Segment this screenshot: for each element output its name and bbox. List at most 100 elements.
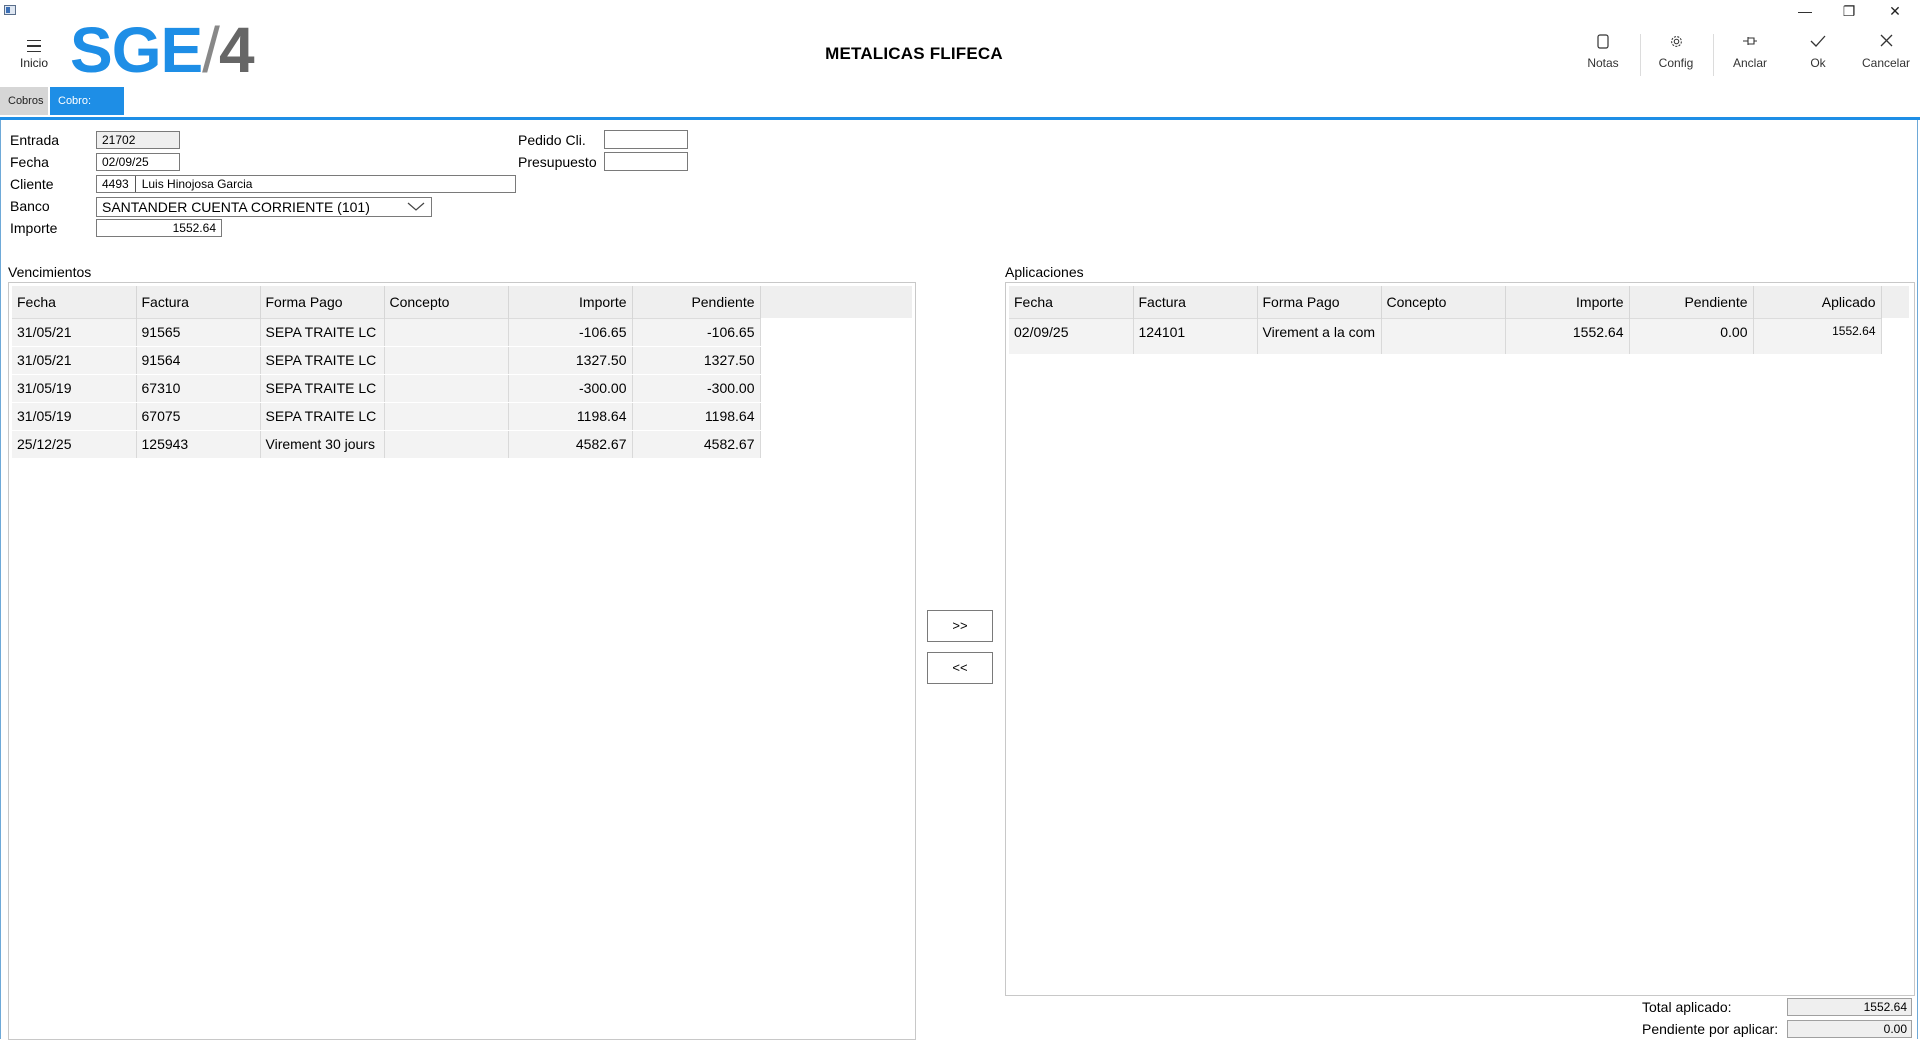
cliente-field[interactable]: 4493 Luis Hinojosa Garcia (96, 175, 516, 193)
entrada-label: Entrada (10, 132, 60, 148)
cell-importe: 1198.64 (508, 401, 633, 431)
cell-fecha: 31/05/19 (12, 401, 137, 431)
cell-forma-pago: SEPA TRAITE LC (260, 317, 385, 347)
col-pendiente[interactable]: Pendiente (632, 286, 761, 318)
cancelar-button[interactable]: Cancelar (1856, 34, 1916, 70)
cell-forma-pago: SEPA TRAITE LC (260, 345, 385, 375)
ok-button[interactable]: Ok (1788, 34, 1848, 70)
aplicaciones-panel (1005, 282, 1915, 996)
remove-aplicacion-button[interactable]: << (927, 652, 993, 684)
cancelar-label: Cancelar (1861, 56, 1911, 70)
banco-label: Banco (10, 198, 50, 214)
table-row[interactable]: 31/05/19 67310 SEPA TRAITE LC -300.00 -3… (12, 373, 761, 403)
banco-value: SANTANDER CUENTA CORRIENTE (101) (102, 199, 370, 215)
cell-forma-pago: Virement 30 jours (260, 429, 385, 459)
cell-pendiente: 4582.67 (632, 429, 761, 459)
cell-factura: 124101 (1133, 317, 1258, 355)
aplicaciones-title: Aplicaciones (1005, 264, 1084, 280)
importe-label: Importe (10, 220, 58, 236)
cell-factura: 91564 (136, 345, 261, 375)
col-concepto[interactable]: Concepto (1381, 286, 1506, 318)
pendiente-aplicar-value: 0.00 (1787, 1020, 1912, 1038)
cell-pendiente: 1327.50 (632, 345, 761, 375)
inicio-button[interactable]: Inicio (14, 36, 54, 70)
gear-icon (1646, 34, 1706, 52)
pedido-label: Pedido Cli. (518, 132, 586, 148)
anclar-label: Anclar (1732, 56, 1767, 70)
cliente-label: Cliente (10, 176, 54, 192)
col-forma-pago[interactable]: Forma Pago (260, 286, 385, 318)
cell-concepto (384, 401, 509, 431)
logo-text-sge: SGE (70, 14, 203, 86)
table-row[interactable]: 02/09/25 124101 Virement a la com 1552.6… (1009, 317, 1882, 355)
cliente-code: 4493 (102, 176, 136, 192)
cell-importe: 1327.50 (508, 345, 633, 375)
sge4-logo: SGE/4 (70, 18, 255, 82)
logo-slash: / (202, 14, 220, 86)
note-icon (1573, 34, 1633, 52)
col-fecha[interactable]: Fecha (12, 286, 137, 318)
presupuesto-label: Presupuesto (518, 154, 597, 170)
col-aplicado[interactable]: Aplicado (1753, 286, 1882, 318)
tab-cobros[interactable]: Cobros (0, 87, 48, 115)
cell-importe: 4582.67 (508, 429, 633, 459)
window-close-icon[interactable]: ✕ (1872, 0, 1918, 22)
notas-label: Notas (1587, 56, 1619, 70)
table-row[interactable]: 25/12/25 125943 Virement 30 jours 4582.6… (12, 429, 761, 459)
config-button[interactable]: Config (1646, 34, 1706, 70)
cell-importe: 1552.64 (1505, 317, 1630, 355)
logo-text-4: 4 (218, 14, 255, 86)
check-icon (1788, 34, 1848, 52)
pedido-field[interactable] (604, 130, 688, 149)
cell-importe: -106.65 (508, 317, 633, 347)
cell-forma-pago: SEPA TRAITE LC (260, 373, 385, 403)
restore-icon[interactable]: ❐ (1826, 0, 1872, 22)
col-importe[interactable]: Importe (508, 286, 633, 318)
ok-label: Ok (1810, 56, 1826, 70)
cell-pendiente: 0.00 (1629, 317, 1754, 355)
table-row[interactable]: 31/05/19 67075 SEPA TRAITE LC 1198.64 11… (12, 401, 761, 431)
table-row[interactable]: 31/05/21 91564 SEPA TRAITE LC 1327.50 13… (12, 345, 761, 375)
cell-pendiente: -300.00 (632, 373, 761, 403)
anclar-button[interactable]: Anclar (1720, 34, 1780, 70)
col-pendiente[interactable]: Pendiente (1629, 286, 1754, 318)
inicio-label: Inicio (19, 56, 48, 70)
col-forma-pago[interactable]: Forma Pago (1257, 286, 1382, 318)
cell-concepto (384, 317, 509, 347)
pin-icon (1720, 34, 1780, 52)
importe-field[interactable]: 1552.64 (96, 219, 222, 237)
fecha-field[interactable]: 02/09/25 (96, 153, 180, 171)
cell-fecha: 31/05/21 (12, 345, 137, 375)
cell-factura: 125943 (136, 429, 261, 459)
cell-fecha: 02/09/25 (1009, 317, 1134, 355)
add-aplicacion-button[interactable]: >> (927, 610, 993, 642)
cell-concepto (384, 429, 509, 459)
cell-fecha: 31/05/19 (12, 373, 137, 403)
entrada-field[interactable]: 21702 (96, 131, 180, 149)
table-row[interactable]: 31/05/21 91565 SEPA TRAITE LC -106.65 -1… (12, 317, 761, 347)
minimize-icon[interactable]: — (1782, 0, 1828, 22)
col-factura[interactable]: Factura (136, 286, 261, 318)
cell-factura: 67075 (136, 401, 261, 431)
fecha-label: Fecha (10, 154, 49, 170)
config-label: Config (1658, 56, 1694, 70)
total-aplicado-label: Total aplicado: (1642, 999, 1732, 1015)
banco-select[interactable]: SANTANDER CUENTA CORRIENTE (101) (96, 197, 432, 217)
col-factura[interactable]: Factura (1133, 286, 1258, 318)
cell-concepto (384, 373, 509, 403)
total-aplicado-value: 1552.64 (1787, 998, 1912, 1016)
cell-forma-pago: SEPA TRAITE LC (260, 401, 385, 431)
presupuesto-field[interactable] (604, 152, 688, 171)
col-concepto[interactable]: Concepto (384, 286, 509, 318)
cell-aplicado[interactable]: 1552.64 (1753, 317, 1882, 355)
cell-forma-pago: Virement a la com (1257, 317, 1382, 355)
cell-concepto (384, 345, 509, 375)
col-fecha[interactable]: Fecha (1009, 286, 1134, 318)
col-importe[interactable]: Importe (1505, 286, 1630, 318)
vencimientos-table: Fecha Factura Forma Pago Concepto Import… (12, 286, 761, 459)
notas-button[interactable]: Notas (1573, 34, 1633, 70)
tab-cobro-21702[interactable]: Cobro: 21702 (50, 87, 124, 135)
toolbar-divider (1713, 34, 1714, 76)
toolbar-divider (1640, 34, 1641, 76)
cell-factura: 91565 (136, 317, 261, 347)
